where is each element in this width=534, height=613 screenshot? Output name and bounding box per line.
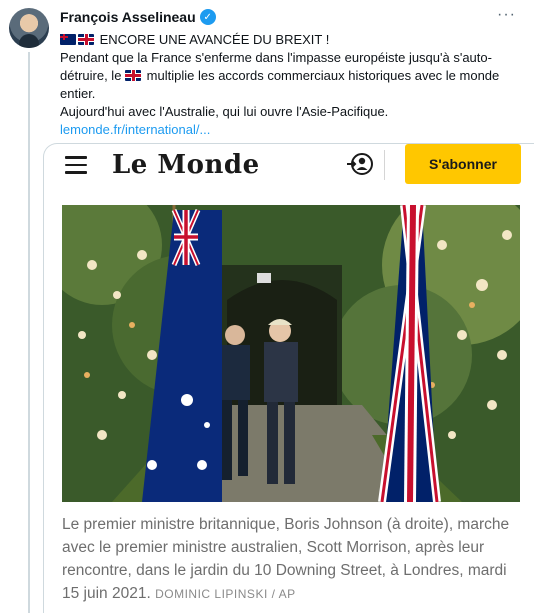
subscribe-button[interactable]: S'abonner (405, 144, 521, 184)
article-link[interactable]: lemonde.fr/international/... (60, 122, 210, 137)
author-name[interactable]: François Asselineau (60, 9, 196, 25)
photo-illustration (62, 205, 520, 502)
more-options-icon[interactable]: ··· (497, 6, 516, 24)
article-photo (62, 205, 520, 502)
photo-caption: Le premier ministre britannique, Boris J… (62, 513, 524, 606)
account-icon[interactable] (346, 152, 374, 176)
uk-flag-icon (125, 70, 142, 81)
header-divider (384, 150, 385, 180)
thread-line (28, 52, 30, 613)
le-monde-logo[interactable]: Le Monde (112, 150, 260, 180)
tweet-line-1: ENCORE UNE AVANCÉE DU BREXIT ! (60, 31, 520, 49)
uk-flag-icon (78, 34, 94, 45)
hamburger-icon[interactable] (65, 156, 87, 174)
le-monde-header: Le Monde S'abonner (44, 144, 534, 187)
tweet-line-2: Pendant que la France s'enferme dans l'i… (60, 49, 520, 103)
tweet-line-3: Aujourd'hui avec l'Australie, qui lui ou… (60, 104, 389, 119)
tweet-body: ENCORE UNE AVANCÉE DU BREXIT ! Pendant q… (60, 31, 520, 139)
link-preview-card[interactable]: Le Monde S'abonner Le premier ministre b… (43, 143, 534, 613)
australia-flag-icon (60, 34, 76, 45)
tweet-header: François Asselineau ✓ (60, 9, 216, 25)
photo-credit: DOMINIC LIPINSKI / AP (155, 587, 296, 601)
author-avatar[interactable] (9, 8, 49, 48)
tweet-headline: ENCORE UNE AVANCÉE DU BREXIT ! (99, 32, 330, 47)
verified-badge-icon: ✓ (199, 9, 216, 25)
